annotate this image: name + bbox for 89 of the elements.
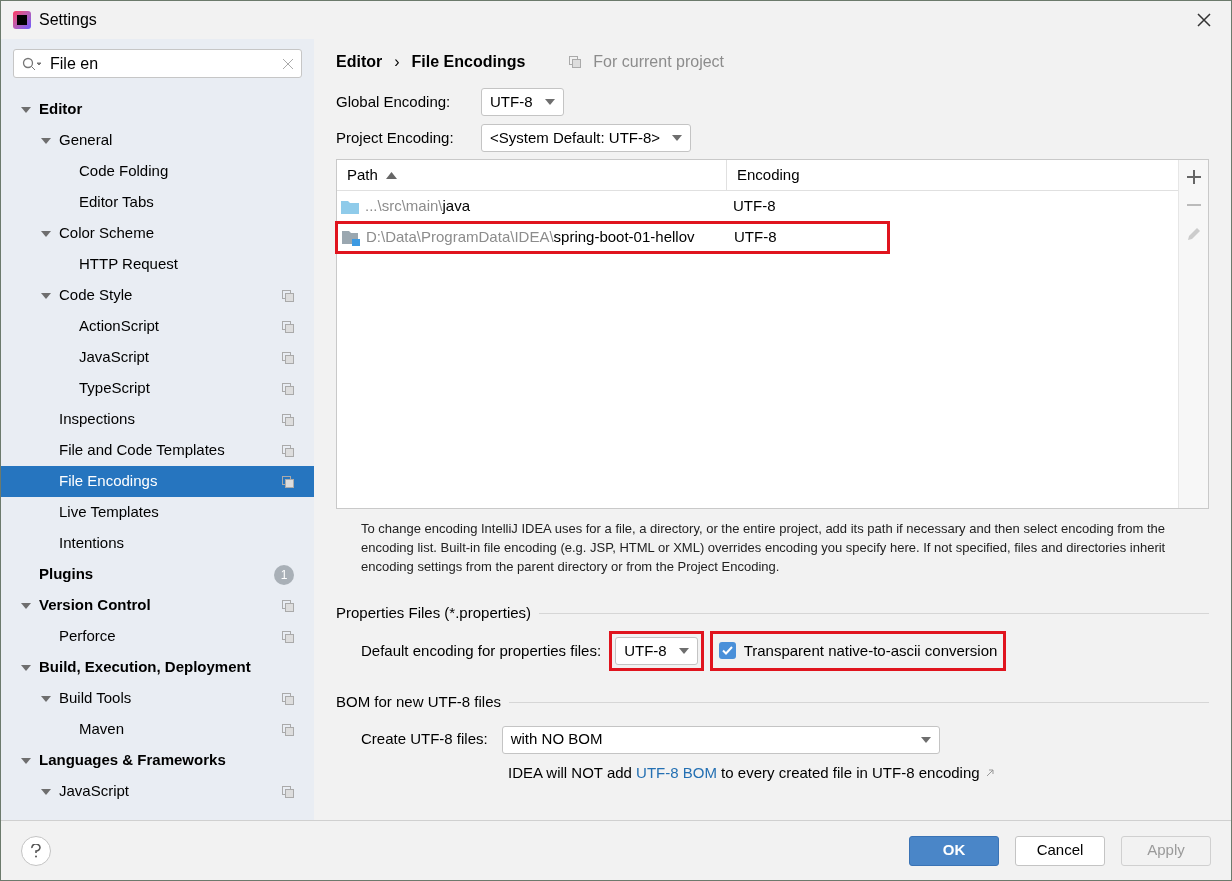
question-mark-icon bbox=[31, 843, 41, 858]
caret-icon bbox=[544, 99, 555, 105]
checkmark-icon bbox=[721, 646, 733, 656]
scope-note: For current project bbox=[593, 52, 725, 72]
caret-icon bbox=[21, 664, 31, 671]
field-label: Default encoding for properties files: bbox=[361, 640, 602, 661]
dropdown[interactable]: with NO BOM bbox=[501, 725, 940, 754]
tree-item[interactable]: Maven bbox=[1, 714, 314, 745]
tree-item[interactable]: File and Code Templates bbox=[1, 435, 314, 466]
table-cell: D:\Data\ProgramData\IDEA\spring-boot-01-hellov bbox=[338, 226, 726, 249]
copy-icon bbox=[282, 630, 294, 643]
tree-item[interactable]: Version Control bbox=[1, 590, 314, 621]
table-cell-text: UTF-8 bbox=[732, 196, 776, 217]
count-badge: 1 bbox=[274, 564, 294, 585]
search-box[interactable]: File en bbox=[13, 49, 302, 78]
close-icon bbox=[1197, 13, 1211, 27]
copy-icon bbox=[282, 320, 294, 333]
breadcrumb-item: Editor bbox=[336, 52, 383, 72]
copy-icon bbox=[282, 723, 294, 736]
field-label: Global Encoding: bbox=[336, 91, 452, 112]
tree-item[interactable]: Live Templates bbox=[1, 497, 314, 528]
copy-icon bbox=[282, 413, 294, 426]
copy-icon bbox=[282, 289, 294, 302]
copy-icon bbox=[282, 475, 294, 488]
tree-item[interactable]: Editor Tabs bbox=[1, 187, 314, 218]
caret-icon bbox=[41, 788, 51, 795]
table-cell-text: UTF-8 bbox=[733, 227, 777, 248]
app-logo-icon bbox=[13, 11, 31, 29]
table-cell: ...\src\main\java bbox=[337, 195, 725, 218]
sort-arrow-icon bbox=[385, 171, 397, 179]
caret-icon bbox=[41, 230, 51, 237]
tree-item[interactable]: File Encodings bbox=[1, 466, 314, 497]
dropdown[interactable]: UTF-8 bbox=[481, 88, 564, 116]
dialog-button[interactable]: OK bbox=[909, 835, 999, 866]
search-field[interactable]: File en bbox=[50, 51, 275, 76]
column-header[interactable]: Encoding bbox=[727, 160, 1178, 190]
caret-icon bbox=[21, 106, 31, 113]
caret-icon bbox=[41, 695, 51, 702]
tree-item[interactable]: ActionScript bbox=[1, 311, 314, 342]
tree-item[interactable]: Perforce bbox=[1, 621, 314, 652]
copy-icon bbox=[282, 785, 294, 798]
dialog-button[interactable]: Cancel bbox=[1015, 835, 1105, 866]
copy-icon bbox=[282, 351, 294, 364]
breadcrumb-separator: › bbox=[394, 52, 400, 72]
dropdown[interactable]: UTF-8 bbox=[615, 636, 698, 665]
section-title: Properties Files (*.properties) bbox=[336, 603, 532, 623]
window-title: Settings bbox=[39, 10, 98, 30]
tree-item[interactable]: Code Folding bbox=[1, 156, 314, 187]
tree-item[interactable]: Inspections bbox=[1, 404, 314, 435]
caret-icon bbox=[41, 292, 51, 299]
caret-icon bbox=[678, 647, 689, 654]
help-button[interactable] bbox=[21, 835, 51, 866]
help-text: To change encoding IntelliJ IDEA uses for a file, a directory, or the entire project, add its path if necessary and then select encoding from the encoding list. Built-in file encoding (e.g. JSP, HTML or XML) overrides encoding you specify here. If not specified, files and directories inherit encoding settings from the parent directory or from the Project Encoding. bbox=[360, 520, 1167, 576]
tree-item[interactable]: JavaScript bbox=[1, 342, 314, 373]
tree-item[interactable]: General bbox=[1, 125, 314, 156]
module-folder-icon bbox=[342, 229, 360, 246]
tree-item[interactable]: Color Scheme bbox=[1, 218, 314, 249]
tree-item[interactable]: Build Tools bbox=[1, 683, 314, 714]
tree-item[interactable]: Build, Execution, Deployment bbox=[1, 652, 314, 683]
field-label: Project Encoding: bbox=[336, 127, 455, 148]
tree-item[interactable]: Code Style bbox=[1, 280, 314, 311]
caret-icon bbox=[21, 757, 31, 764]
section-title: BOM for new UTF-8 files bbox=[336, 692, 502, 712]
caret-icon bbox=[21, 602, 31, 609]
field-label: Create UTF-8 files: bbox=[361, 729, 488, 750]
copy-icon bbox=[282, 599, 294, 612]
copy-icon bbox=[282, 444, 294, 457]
external-link-icon bbox=[985, 768, 994, 777]
column-header[interactable]: Path bbox=[337, 160, 727, 190]
folder-icon bbox=[341, 199, 359, 214]
tree-item[interactable]: JavaScript bbox=[1, 776, 314, 807]
caret-icon bbox=[41, 137, 51, 144]
tree-item[interactable]: TypeScript bbox=[1, 373, 314, 404]
copy-icon bbox=[282, 382, 294, 395]
tree-item[interactable]: Languages & Frameworks bbox=[1, 745, 314, 776]
copy-icon bbox=[282, 692, 294, 705]
tree-item[interactable]: Plugins 1 bbox=[1, 559, 314, 590]
tree-item[interactable]: Intentions bbox=[1, 528, 314, 559]
search-icon bbox=[22, 56, 42, 71]
tree-item[interactable]: Editor bbox=[1, 94, 314, 125]
info-text: IDEA will NOT add UTF-8 BOM to every created file in UTF-8 encoding bbox=[508, 762, 980, 783]
bom-link[interactable]: UTF-8 BOM bbox=[636, 763, 717, 781]
caret-icon bbox=[920, 736, 931, 743]
dropdown[interactable]: <System Default: UTF-8> bbox=[481, 124, 692, 152]
tree-item[interactable]: HTTP Request bbox=[1, 249, 314, 280]
caret-icon bbox=[672, 135, 683, 141]
copy-icon bbox=[569, 56, 582, 68]
breadcrumb-item: File Encodings bbox=[411, 52, 526, 72]
add-icon[interactable] bbox=[1186, 170, 1201, 184]
